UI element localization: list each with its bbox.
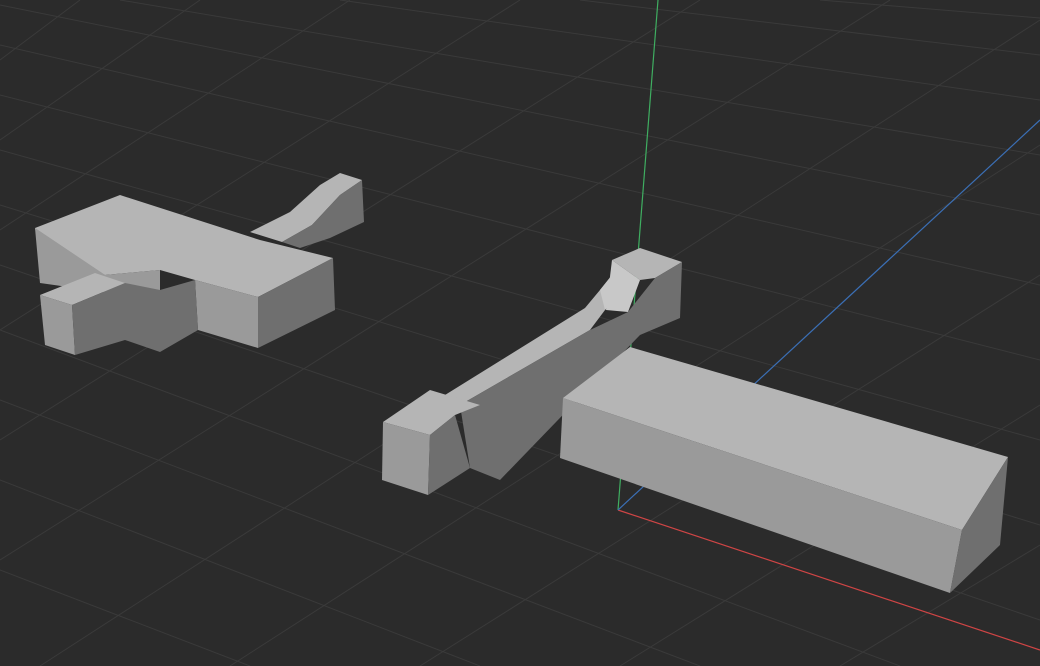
3d-scene[interactable] bbox=[0, 0, 1040, 666]
3d-viewport[interactable] bbox=[0, 0, 1040, 666]
